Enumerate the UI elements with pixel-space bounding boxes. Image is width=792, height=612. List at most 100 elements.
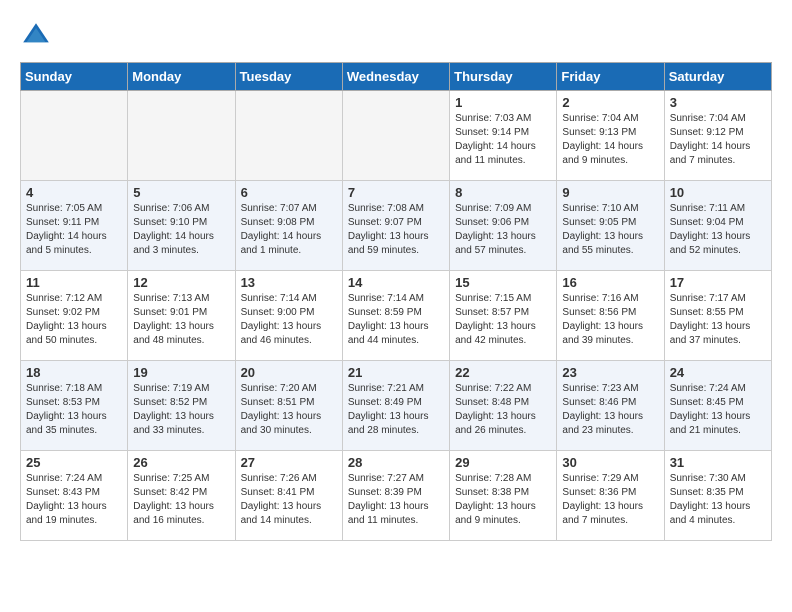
calendar-week-row: 4 Sunrise: 7:05 AMSunset: 9:11 PMDaylight… <box>21 181 772 271</box>
calendar-cell: 7 Sunrise: 7:08 AMSunset: 9:07 PMDaylight… <box>342 181 449 271</box>
day-number: 6 <box>241 185 337 200</box>
day-info: Sunrise: 7:29 AMSunset: 8:36 PMDaylight:… <box>562 472 658 528</box>
calendar-cell: 4 Sunrise: 7:05 AMSunset: 9:11 PMDaylight… <box>21 181 128 271</box>
calendar-cell: 31 Sunrise: 7:30 AMSunset: 8:35 PMDayligh… <box>664 451 771 541</box>
day-number: 30 <box>562 455 658 470</box>
calendar-cell: 21 Sunrise: 7:21 AMSunset: 8:49 PMDayligh… <box>342 361 449 451</box>
day-info: Sunrise: 7:05 AMSunset: 9:11 PMDaylight:… <box>26 202 122 258</box>
day-number: 29 <box>455 455 551 470</box>
day-info: Sunrise: 7:06 AMSunset: 9:10 PMDaylight:… <box>133 202 229 258</box>
calendar-cell: 8 Sunrise: 7:09 AMSunset: 9:06 PMDaylight… <box>450 181 557 271</box>
calendar-cell: 23 Sunrise: 7:23 AMSunset: 8:46 PMDayligh… <box>557 361 664 451</box>
day-info: Sunrise: 7:14 AMSunset: 8:59 PMDaylight:… <box>348 292 444 348</box>
calendar-cell: 2 Sunrise: 7:04 AMSunset: 9:13 PMDaylight… <box>557 91 664 181</box>
calendar-cell: 14 Sunrise: 7:14 AMSunset: 8:59 PMDayligh… <box>342 271 449 361</box>
day-info: Sunrise: 7:27 AMSunset: 8:39 PMDaylight:… <box>348 472 444 528</box>
day-info: Sunrise: 7:19 AMSunset: 8:52 PMDaylight:… <box>133 382 229 438</box>
calendar-header-row: SundayMondayTuesdayWednesdayThursdayFrid… <box>21 63 772 91</box>
calendar-cell: 22Sunrise: 7:22 AMSunset: 8:48 PMDayligh… <box>450 361 557 451</box>
day-number: 12 <box>133 275 229 290</box>
calendar-cell <box>342 91 449 181</box>
day-number: 8 <box>455 185 551 200</box>
day-number: 2 <box>562 95 658 110</box>
calendar-cell: 25Sunrise: 7:24 AMSunset: 8:43 PMDayligh… <box>21 451 128 541</box>
day-number: 15 <box>455 275 551 290</box>
day-info: Sunrise: 7:09 AMSunset: 9:06 PMDaylight:… <box>455 202 551 258</box>
day-info: Sunrise: 7:22 AMSunset: 8:48 PMDaylight:… <box>455 382 551 438</box>
day-info: Sunrise: 7:04 AMSunset: 9:12 PMDaylight:… <box>670 112 766 168</box>
col-header-friday: Friday <box>557 63 664 91</box>
calendar-cell: 9 Sunrise: 7:10 AMSunset: 9:05 PMDaylight… <box>557 181 664 271</box>
day-info: Sunrise: 7:15 AMSunset: 8:57 PMDaylight:… <box>455 292 551 348</box>
day-info: Sunrise: 7:20 AMSunset: 8:51 PMDaylight:… <box>241 382 337 438</box>
calendar-cell: 18Sunrise: 7:18 AMSunset: 8:53 PMDayligh… <box>21 361 128 451</box>
col-header-saturday: Saturday <box>664 63 771 91</box>
day-info: Sunrise: 7:30 AMSunset: 8:35 PMDaylight:… <box>670 472 766 528</box>
day-number: 13 <box>241 275 337 290</box>
calendar-cell: 1Sunrise: 7:03 AMSunset: 9:14 PMDaylight… <box>450 91 557 181</box>
day-info: Sunrise: 7:24 AMSunset: 8:45 PMDaylight:… <box>670 382 766 438</box>
day-number: 28 <box>348 455 444 470</box>
calendar-cell: 15 Sunrise: 7:15 AMSunset: 8:57 PMDayligh… <box>450 271 557 361</box>
calendar-cell: 12 Sunrise: 7:13 AMSunset: 9:01 PMDayligh… <box>128 271 235 361</box>
calendar-cell <box>235 91 342 181</box>
day-number: 4 <box>26 185 122 200</box>
calendar-cell: 19 Sunrise: 7:19 AMSunset: 8:52 PMDayligh… <box>128 361 235 451</box>
day-info: Sunrise: 7:13 AMSunset: 9:01 PMDaylight:… <box>133 292 229 348</box>
day-info: Sunrise: 7:16 AMSunset: 8:56 PMDaylight:… <box>562 292 658 348</box>
day-info: Sunrise: 7:25 AMSunset: 8:42 PMDaylight:… <box>133 472 229 528</box>
calendar-cell: 29Sunrise: 7:28 AMSunset: 8:38 PMDayligh… <box>450 451 557 541</box>
logo-icon <box>20 20 52 52</box>
day-number: 10 <box>670 185 766 200</box>
day-info: Sunrise: 7:23 AMSunset: 8:46 PMDaylight:… <box>562 382 658 438</box>
day-number: 24 <box>670 365 766 380</box>
day-number: 21 <box>348 365 444 380</box>
day-number: 9 <box>562 185 658 200</box>
day-number: 7 <box>348 185 444 200</box>
calendar-cell: 26 Sunrise: 7:25 AMSunset: 8:42 PMDayligh… <box>128 451 235 541</box>
calendar-cell: 13 Sunrise: 7:14 AMSunset: 9:00 PMDayligh… <box>235 271 342 361</box>
calendar-cell: 20Sunrise: 7:20 AMSunset: 8:51 PMDayligh… <box>235 361 342 451</box>
calendar-week-row: 1Sunrise: 7:03 AMSunset: 9:14 PMDaylight… <box>21 91 772 181</box>
calendar-cell <box>128 91 235 181</box>
col-header-thursday: Thursday <box>450 63 557 91</box>
day-number: 14 <box>348 275 444 290</box>
day-number: 17 <box>670 275 766 290</box>
header <box>20 20 772 52</box>
calendar-week-row: 11 Sunrise: 7:12 AMSunset: 9:02 PMDayligh… <box>21 271 772 361</box>
calendar-cell: 27Sunrise: 7:26 AMSunset: 8:41 PMDayligh… <box>235 451 342 541</box>
day-number: 18 <box>26 365 122 380</box>
day-number: 16 <box>562 275 658 290</box>
day-info: Sunrise: 7:04 AMSunset: 9:13 PMDaylight:… <box>562 112 658 168</box>
day-info: Sunrise: 7:03 AMSunset: 9:14 PMDaylight:… <box>455 112 551 168</box>
calendar-table: SundayMondayTuesdayWednesdayThursdayFrid… <box>20 62 772 541</box>
calendar-cell: 17Sunrise: 7:17 AMSunset: 8:55 PMDayligh… <box>664 271 771 361</box>
calendar-week-row: 25Sunrise: 7:24 AMSunset: 8:43 PMDayligh… <box>21 451 772 541</box>
day-info: Sunrise: 7:12 AMSunset: 9:02 PMDaylight:… <box>26 292 122 348</box>
day-info: Sunrise: 7:11 AMSunset: 9:04 PMDaylight:… <box>670 202 766 258</box>
calendar-cell: 3 Sunrise: 7:04 AMSunset: 9:12 PMDaylight… <box>664 91 771 181</box>
day-info: Sunrise: 7:14 AMSunset: 9:00 PMDaylight:… <box>241 292 337 348</box>
calendar-cell: 16 Sunrise: 7:16 AMSunset: 8:56 PMDayligh… <box>557 271 664 361</box>
day-info: Sunrise: 7:10 AMSunset: 9:05 PMDaylight:… <box>562 202 658 258</box>
logo <box>20 20 56 52</box>
day-number: 19 <box>133 365 229 380</box>
col-header-sunday: Sunday <box>21 63 128 91</box>
day-number: 5 <box>133 185 229 200</box>
day-number: 26 <box>133 455 229 470</box>
day-info: Sunrise: 7:24 AMSunset: 8:43 PMDaylight:… <box>26 472 122 528</box>
day-number: 23 <box>562 365 658 380</box>
calendar-cell: 5 Sunrise: 7:06 AMSunset: 9:10 PMDaylight… <box>128 181 235 271</box>
day-info: Sunrise: 7:08 AMSunset: 9:07 PMDaylight:… <box>348 202 444 258</box>
day-info: Sunrise: 7:26 AMSunset: 8:41 PMDaylight:… <box>241 472 337 528</box>
day-info: Sunrise: 7:21 AMSunset: 8:49 PMDaylight:… <box>348 382 444 438</box>
day-number: 11 <box>26 275 122 290</box>
col-header-monday: Monday <box>128 63 235 91</box>
calendar-cell: 28 Sunrise: 7:27 AMSunset: 8:39 PMDayligh… <box>342 451 449 541</box>
calendar-cell <box>21 91 128 181</box>
calendar-cell: 30 Sunrise: 7:29 AMSunset: 8:36 PMDayligh… <box>557 451 664 541</box>
day-number: 31 <box>670 455 766 470</box>
day-number: 3 <box>670 95 766 110</box>
calendar-cell: 6Sunrise: 7:07 AMSunset: 9:08 PMDaylight… <box>235 181 342 271</box>
calendar-cell: 11 Sunrise: 7:12 AMSunset: 9:02 PMDayligh… <box>21 271 128 361</box>
